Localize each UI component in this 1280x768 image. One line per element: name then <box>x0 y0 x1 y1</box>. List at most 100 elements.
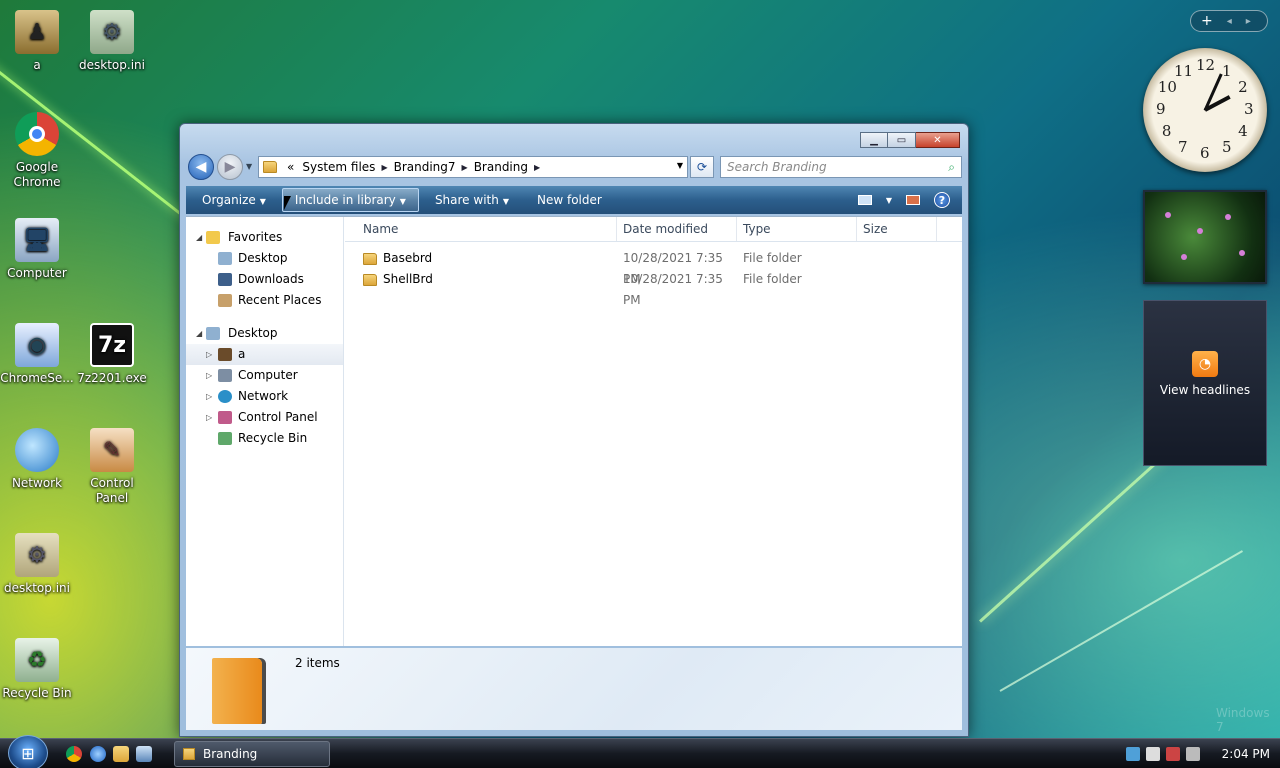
nav-item-label: Recent Places <box>238 293 322 307</box>
views-dropdown-icon[interactable]: ▼ <box>886 196 892 205</box>
nav-item-recycle-bin[interactable]: Recycle Bin <box>186 428 343 449</box>
expand-icon[interactable]: ▷ <box>206 407 212 428</box>
desktop-icon-chromesetup[interactable]: ◉ ChromeSe... <box>0 323 74 386</box>
desktop-icon-label: Recycle Bin <box>2 686 72 700</box>
share-with-button[interactable]: Share with ▼ <box>423 189 521 211</box>
language-icon[interactable] <box>1145 747 1160 761</box>
address-bar[interactable]: « System files ▶ Branding7 ▶ Branding ▶ … <box>258 156 688 178</box>
clock-time[interactable]: 2:04 PM <box>1222 747 1270 761</box>
taskbar-button-branding[interactable]: Branding <box>174 741 330 767</box>
desktop-icon-desktop-ini[interactable]: ⚙ desktop.ini <box>75 10 149 73</box>
column-header-type[interactable]: Type <box>737 217 857 241</box>
column-header-date-modified[interactable]: Date modified <box>617 217 737 241</box>
desktop-icon-computer[interactable]: 🖥 Computer <box>0 218 74 281</box>
address-dropdown-icon[interactable]: ▼ <box>677 161 683 170</box>
search-icon[interactable]: ⌕ <box>948 160 955 175</box>
recent-pages-dropdown[interactable]: ▼ <box>246 162 252 171</box>
desktop-icon-network[interactable]: Network <box>0 428 74 491</box>
nav-item-downloads[interactable]: Downloads <box>186 269 343 290</box>
7zip-icon: 7z <box>90 323 134 367</box>
clock-numeral: 6 <box>1200 144 1210 162</box>
breadcrumb-branding7[interactable]: Branding7 <box>390 160 460 174</box>
search-input[interactable]: Search Branding ⌕ <box>720 156 962 178</box>
chrome-icon[interactable] <box>66 746 82 762</box>
content-area: ◢ Favorites Desktop Downloads Recent Pla… <box>186 216 962 646</box>
desktop-icon-recycle-bin[interactable]: ♻ Recycle Bin <box>0 638 74 701</box>
settings-file-icon: ⚙ <box>15 533 59 577</box>
clock-numeral: 12 <box>1196 56 1216 74</box>
expand-icon[interactable]: ◢ <box>196 323 202 344</box>
desktop-icon-label: Google Chrome <box>13 160 61 189</box>
views-icon[interactable] <box>857 195 872 205</box>
desktop-icon-control-panel[interactable]: ✎ Control Panel <box>75 428 149 506</box>
internet-explorer-icon[interactable] <box>90 746 106 762</box>
desktop-icon-7z2201[interactable]: 7z 7z2201.exe <box>75 323 149 386</box>
desktop-icon-a[interactable]: ♟ a <box>0 10 74 73</box>
help-icon[interactable]: ? <box>934 192 950 208</box>
explorer-icon[interactable] <box>113 746 129 762</box>
refresh-button[interactable]: ⟳ <box>690 156 714 178</box>
nav-item-network[interactable]: ▷ Network <box>186 386 343 407</box>
flower-mark <box>1225 214 1231 220</box>
start-button[interactable]: ⊞ <box>8 735 48 768</box>
clock-gadget[interactable]: 1 2 3 4 5 6 7 8 9 10 11 12 <box>1143 48 1267 172</box>
nav-item-label: Recycle Bin <box>238 431 308 445</box>
window-controls: ▁ ▭ ✕ <box>860 132 960 148</box>
organize-button[interactable]: Organize ▼ <box>190 189 278 211</box>
nav-item-computer[interactable]: ▷ Computer <box>186 365 343 386</box>
column-header-size[interactable]: Size <box>857 217 937 241</box>
folder-icon <box>363 273 377 286</box>
slideshow-gadget[interactable] <box>1143 190 1267 284</box>
feed-headlines-gadget[interactable]: ◔ View headlines <box>1143 300 1267 466</box>
new-folder-label: New folder <box>537 193 602 207</box>
table-row[interactable]: ShellBrd 10/28/2021 7:35 PM File folder <box>345 269 962 307</box>
file-date: 10/28/2021 7:35 PM <box>623 272 723 307</box>
chevron-right-icon[interactable]: ▶ <box>532 163 542 172</box>
nav-item-a[interactable]: ▷ a <box>186 344 343 365</box>
navigation-pane: ◢ Favorites Desktop Downloads Recent Pla… <box>186 217 344 646</box>
preview-pane-icon[interactable] <box>906 195 920 205</box>
prev-page-icon[interactable]: ◂ <box>1227 16 1232 27</box>
minimize-button[interactable]: ▁ <box>860 132 888 148</box>
desktop-icon-desktop-ini-2[interactable]: ⚙ desktop.ini <box>0 533 74 596</box>
next-page-icon[interactable]: ▸ <box>1246 16 1251 27</box>
action-center-icon[interactable] <box>1165 747 1180 761</box>
chevron-right-icon[interactable]: ▶ <box>460 163 470 172</box>
column-header-name[interactable]: Name <box>345 217 617 241</box>
control-panel-icon <box>218 411 232 424</box>
chevron-right-icon[interactable]: ▶ <box>379 163 389 172</box>
back-button[interactable]: ◀ <box>188 154 214 180</box>
breadcrumb-system-files[interactable]: System files <box>298 160 379 174</box>
organize-label: Organize <box>202 193 256 207</box>
show-desktop-icon[interactable] <box>136 746 152 762</box>
network-status-icon[interactable] <box>1125 747 1140 761</box>
windows-logo-icon: ⊞ <box>21 743 35 763</box>
nav-item-recent-places[interactable]: Recent Places <box>186 290 343 311</box>
desktop-icon-google-chrome[interactable]: Google Chrome <box>0 112 74 190</box>
forward-button[interactable]: ▶ <box>217 154 243 180</box>
nav-desktop[interactable]: ◢ Desktop <box>186 323 343 344</box>
recycle-bin-icon: ♻ <box>15 638 59 682</box>
taskbar-button-label: Branding <box>203 747 258 761</box>
view-headlines-label[interactable]: View headlines <box>1144 383 1266 397</box>
new-folder-button[interactable]: New folder <box>525 189 614 211</box>
breadcrumb-overflow[interactable]: « <box>283 160 298 174</box>
include-in-library-button[interactable]: Include in library ▼ <box>281 188 419 212</box>
nav-item-label: Network <box>238 389 289 403</box>
add-gadget-icon[interactable]: + <box>1201 13 1213 29</box>
table-row[interactable]: Basebrd 10/28/2021 7:35 PM File folder <box>345 248 962 286</box>
volume-muted-icon[interactable] <box>1185 747 1200 761</box>
close-button[interactable]: ✕ <box>916 132 960 148</box>
clock-numeral: 9 <box>1156 100 1166 118</box>
expand-icon[interactable]: ▷ <box>206 344 212 365</box>
expand-icon[interactable]: ◢ <box>196 227 202 248</box>
expand-icon[interactable]: ▷ <box>206 365 212 386</box>
maximize-button[interactable]: ▭ <box>888 132 916 148</box>
nav-favorites[interactable]: ◢ Favorites <box>186 227 343 248</box>
desktop-icon-label: Computer <box>7 266 67 280</box>
breadcrumb-branding[interactable]: Branding <box>470 160 532 174</box>
nav-item-desktop[interactable]: Desktop <box>186 248 343 269</box>
control-panel-icon: ✎ <box>90 428 134 472</box>
nav-item-control-panel[interactable]: ▷ Control Panel <box>186 407 343 428</box>
expand-icon[interactable]: ▷ <box>206 386 212 407</box>
